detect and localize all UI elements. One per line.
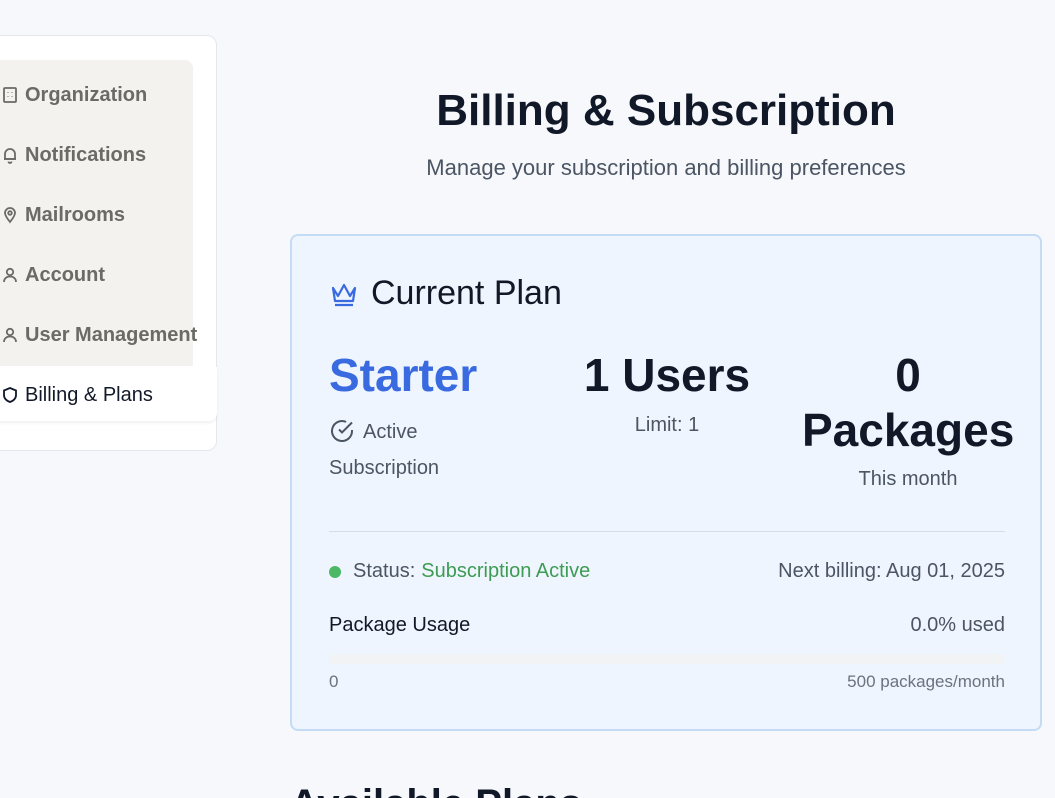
bell-icon [1, 146, 19, 164]
usage-scale-max: 500 packages/month [847, 672, 1005, 691]
card-title: Current Plan [371, 274, 562, 312]
sidebar-item-notifications[interactable]: Notifications [1, 135, 146, 175]
divider [329, 531, 1005, 532]
packages-count: 0 Packages [802, 348, 1014, 458]
sidebar-item-billing[interactable]: Billing & Plans [1, 375, 153, 415]
sidebar-item-label: User Management [25, 323, 198, 346]
current-plan-card: Current Plan Starter Active Subscription… [290, 234, 1042, 731]
map-pin-icon [1, 206, 19, 224]
crown-icon [331, 283, 357, 306]
sidebar-item-account[interactable]: Account [1, 255, 105, 295]
plan-status: Active Subscription [329, 414, 519, 486]
users-icon [1, 326, 19, 344]
settings-sidebar: Organization Notifications Mailrooms Acc… [0, 35, 217, 451]
usage-percent: 0.0% used [910, 614, 1005, 636]
plan-name: Starter [329, 349, 478, 401]
usage-scale: 0 500 packages/month [329, 672, 1005, 692]
check-circle-icon [331, 420, 353, 443]
packages-period: This month [858, 468, 958, 490]
available-plans-heading: Available Plans [290, 782, 582, 798]
sidebar-item-user-management[interactable]: User Management [1, 315, 197, 355]
user-icon [1, 266, 19, 284]
billing-page: Organization Notifications Mailrooms Acc… [0, 0, 1055, 798]
subscription-status: Status: Subscription Active [329, 560, 590, 583]
plan-status-line1: Active [363, 421, 418, 443]
usage-row: Package Usage 0.0% used [329, 614, 1005, 637]
sidebar-item-organization[interactable]: Organization [1, 75, 147, 115]
usage-label: Package Usage [329, 614, 471, 636]
page-title: Billing & Subscription [436, 86, 896, 135]
packages-count-unit: Packages [802, 404, 1015, 456]
users-count: 1 Users [583, 349, 751, 401]
status-value: Subscription Active [421, 560, 591, 582]
sidebar-item-label: Organization [25, 83, 148, 106]
next-billing-date: Next billing: Aug 01, 2025 [778, 560, 1005, 582]
shield-icon [1, 386, 19, 404]
plan-status-line2: Subscription [329, 457, 440, 479]
status-label: Status: [353, 560, 416, 582]
sidebar-item-label: Mailrooms [25, 203, 126, 226]
users-limit: Limit: 1 [634, 414, 700, 436]
usage-progress-bar [329, 654, 1005, 664]
sidebar-item-label: Account [25, 263, 105, 286]
building-icon [1, 86, 19, 104]
sidebar-item-mailrooms[interactable]: Mailrooms [1, 195, 125, 235]
sidebar-item-label: Billing & Plans [25, 383, 153, 406]
status-dot-icon [329, 565, 341, 578]
page-subtitle: Manage your subscription and billing pre… [426, 155, 906, 180]
status-row: Status: Subscription Active Next billing… [329, 560, 1005, 583]
sidebar-item-label: Notifications [25, 143, 147, 166]
packages-count-number: 0 [895, 349, 921, 401]
card-header: Current Plan [329, 274, 562, 313]
usage-scale-min: 0 [329, 672, 339, 691]
